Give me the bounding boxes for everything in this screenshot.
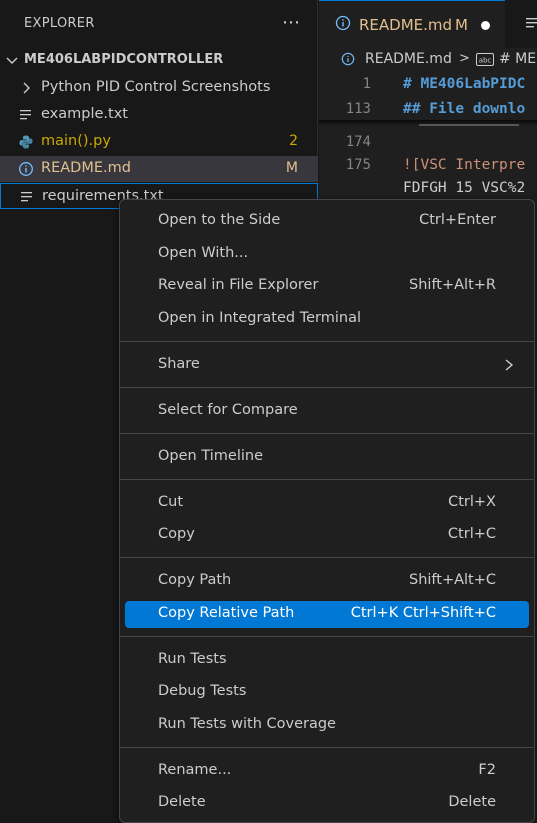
text-file-icon (20, 110, 31, 120)
symbol-string-icon: abc (476, 53, 494, 66)
tree-item-label: README.md (41, 160, 131, 176)
menu-item[interactable]: Run Tests with Coverage (125, 712, 529, 739)
menu-item-label: Open to the Side (158, 212, 281, 228)
info-icon (19, 162, 33, 176)
menu-item-label: Rename... (158, 762, 232, 778)
code-line: 175 ![VSC Interpre (319, 157, 537, 179)
tree-item[interactable]: example.txt (0, 102, 318, 128)
folder-header[interactable]: ME406LABPIDCONTROLLER (0, 48, 318, 74)
info-icon (341, 52, 355, 66)
code-text: FDFGH 15 VSC%2 (403, 180, 526, 196)
menu-item[interactable]: Copy Ctrl+C (125, 522, 529, 549)
menu-item-label: Copy (158, 526, 195, 542)
status-badge: M (285, 160, 298, 176)
code-text: ## File downlo (403, 101, 526, 117)
menu-item-label: Open Timeline (158, 448, 263, 464)
menu-item-label: Open in Integrated Terminal (158, 310, 361, 326)
breadcrumb-separator: > (459, 51, 470, 66)
code-text: # ME406LabPIDC (403, 76, 526, 92)
line-number: 113 (345, 101, 371, 117)
explorer-title: EXPLORER (24, 16, 95, 31)
menu-item-label: Share (158, 356, 200, 372)
tab-bar: README.md M (319, 0, 537, 48)
menu-item-shortcut: Ctrl+K Ctrl+Shift+C (350, 605, 496, 621)
tree-item[interactable]: main().py 2 (0, 129, 318, 155)
menu-item[interactable]: Copy Relative Path Ctrl+K Ctrl+Shift+C (125, 601, 529, 628)
tree-item[interactable]: README.md M (0, 156, 318, 182)
menu-item[interactable]: Run Tests (125, 647, 529, 674)
vscode-window: EXPLORER ⋯ ME406LABPIDCONTROLLER Python … (0, 0, 537, 823)
menu-item-shortcut: Ctrl+Enter (419, 212, 496, 228)
text-file-icon (21, 192, 32, 202)
menu-item[interactable]: Delete Delete (125, 790, 529, 817)
explorer-header: EXPLORER ⋯ (0, 0, 318, 50)
line-number: 175 (345, 157, 371, 173)
chevron-right-icon (505, 359, 514, 371)
menu-item[interactable]: Cut Ctrl+X (125, 490, 529, 517)
menu-item[interactable]: Rename... F2 (125, 758, 529, 785)
code-fragment (419, 124, 519, 126)
chevron-right-icon (23, 82, 30, 94)
menu-item-shortcut: Shift+Alt+R (409, 277, 496, 293)
tree-item-label: example.txt (41, 106, 128, 122)
tree-item-label: Python PID Control Screenshots (41, 79, 271, 95)
menu-item-label: Open With... (158, 245, 249, 261)
svg-text:abc: abc (479, 57, 492, 65)
menu-item-label: Run Tests (158, 651, 227, 667)
menu-item[interactable]: Open Timeline (125, 444, 529, 471)
menu-item-shortcut: Delete (448, 794, 496, 810)
python-file-icon (19, 135, 33, 149)
line-number: 1 (362, 76, 371, 92)
menu-item[interactable]: Debug Tests (125, 679, 529, 706)
menu-item-label: Run Tests with Coverage (158, 716, 336, 732)
menu-item[interactable]: Reveal in File Explorer Shift+Alt+R (125, 273, 529, 300)
tree-item-label: main().py (41, 133, 111, 149)
menu-item-label: Copy Relative Path (158, 605, 295, 621)
code-text: ![VSC Interpre (403, 157, 526, 173)
context-menu: Open to the Side Ctrl+Enter Open With... Re… (119, 199, 535, 823)
menu-item[interactable]: Open to the Side Ctrl+Enter (125, 208, 529, 235)
menu-item-shortcut: Shift+Alt+C (408, 572, 496, 588)
text-file-icon[interactable] (525, 16, 537, 30)
tab-label: README.md (359, 16, 453, 34)
breadcrumb-symbol[interactable]: # ME (499, 51, 536, 67)
tab-readme[interactable]: README.md M (319, 0, 505, 48)
menu-item-shortcut: F2 (478, 762, 496, 778)
line-number: 174 (345, 134, 371, 150)
tree-item[interactable]: Python PID Control Screenshots (0, 75, 318, 101)
info-icon (335, 15, 351, 31)
menu-separator (120, 747, 534, 748)
menu-item[interactable]: Open in Integrated Terminal (125, 306, 529, 333)
menu-separator (120, 387, 534, 388)
folder-name: ME406LABPIDCONTROLLER (24, 52, 224, 67)
menu-item-shortcut: Ctrl+C (447, 526, 496, 542)
menu-item-label: Select for Compare (158, 402, 298, 418)
tab-modified-badge: M (455, 16, 468, 34)
code-line: 174 (319, 134, 537, 156)
menu-separator (120, 433, 534, 434)
menu-item[interactable]: Select for Compare (125, 398, 529, 425)
status-badge: 2 (289, 133, 298, 149)
menu-separator (120, 341, 534, 342)
more-actions-icon[interactable]: ⋯ (280, 10, 302, 36)
menu-item[interactable]: Copy Path Shift+Alt+C (125, 568, 529, 595)
menu-item[interactable]: Open With... (125, 241, 529, 268)
menu-separator (120, 636, 534, 637)
breadcrumb-file[interactable]: README.md (365, 51, 452, 67)
chevron-down-icon (6, 57, 18, 64)
menu-item-label: Debug Tests (158, 683, 247, 699)
breadcrumb: README.md > abc # ME (319, 48, 537, 72)
unsaved-dot-icon[interactable] (481, 21, 490, 30)
code-line: 1 # ME406LabPIDC (319, 76, 537, 98)
menu-item[interactable]: Share (125, 352, 529, 379)
menu-item-label: Reveal in File Explorer (158, 277, 319, 293)
menu-item-label: Cut (158, 494, 183, 510)
menu-item-label: Delete (158, 794, 206, 810)
menu-separator (120, 557, 534, 558)
menu-item-label: Copy Path (158, 572, 232, 588)
menu-separator (120, 479, 534, 480)
menu-item-shortcut: Ctrl+X (448, 494, 496, 510)
